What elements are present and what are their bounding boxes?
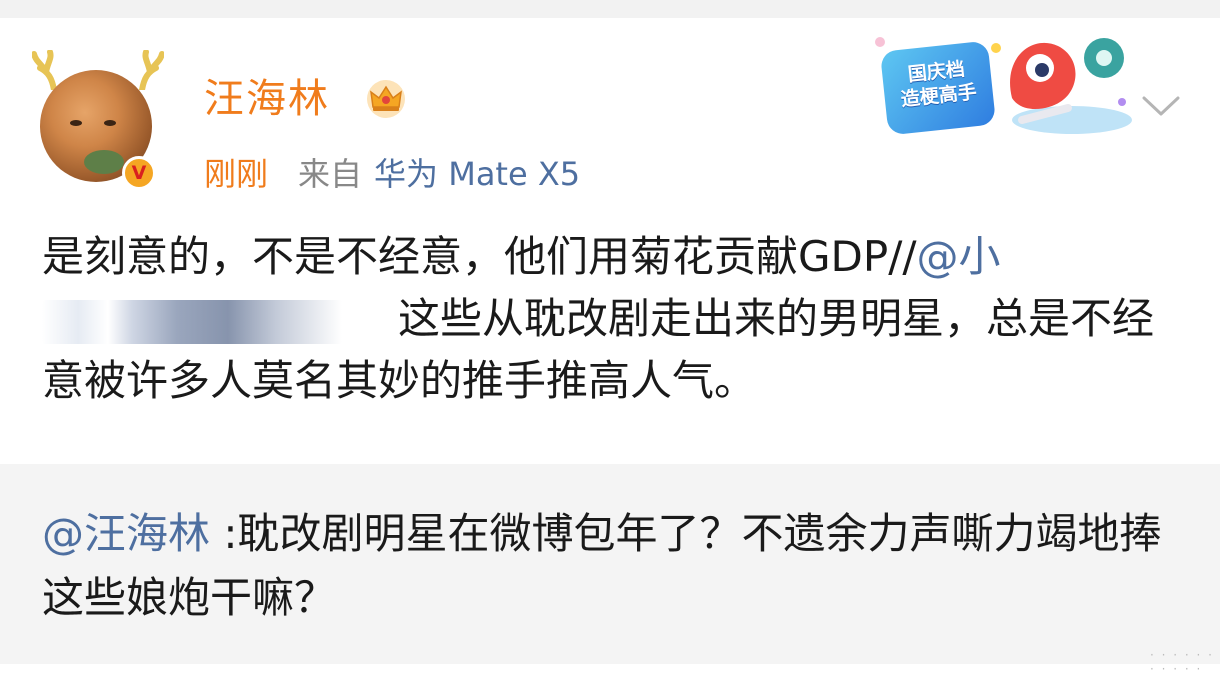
quoted-content: :耽改剧明星在微博包年了？不遗余力声嘶力竭地捧这些娘炮干嘛？ (42, 509, 1162, 622)
mention-link[interactable]: @小 (917, 232, 1001, 281)
crown-icon[interactable] (364, 78, 408, 120)
quoted-post[interactable]: @汪海林 :耽改剧明星在微博包年了？不遗余力声嘶力竭地捧这些娘炮干嘛？ (0, 464, 1220, 664)
redacted-mention (42, 299, 342, 344)
verified-badge-icon: V (122, 156, 156, 190)
top-divider (0, 0, 1220, 18)
promo-card: 国庆档 造梗高手 (879, 40, 997, 136)
quoted-post-text: @汪海林 :耽改剧明星在微博包年了？不遗余力声嘶力竭地捧这些娘炮干嘛？ (42, 502, 1192, 630)
content-text-1: 是刻意的，不是不经意，他们用菊花贡献GDP// (42, 232, 917, 281)
watermark-dots: · · · · · · · · · · · (1150, 648, 1214, 676)
holiday-promo-badge[interactable]: 国庆档 造梗高手 (872, 28, 1134, 140)
device-link[interactable]: 华为 Mate X5 (374, 155, 580, 193)
username-link[interactable]: 汪海林 (204, 74, 330, 124)
user-avatar[interactable]: V (30, 44, 175, 194)
quoted-user-link[interactable]: @汪海林 (42, 509, 210, 558)
post-meta: 刚刚 来自 华为 Mate X5 (204, 154, 580, 194)
source-label: 来自 (298, 155, 363, 193)
post-content: 是刻意的，不是不经意，他们用菊花贡献GDP//@小 这些从耽改剧走出来的男明星，总… (42, 226, 1192, 412)
post-time: 刚刚 (204, 155, 269, 193)
chevron-down-icon[interactable] (1140, 92, 1182, 122)
